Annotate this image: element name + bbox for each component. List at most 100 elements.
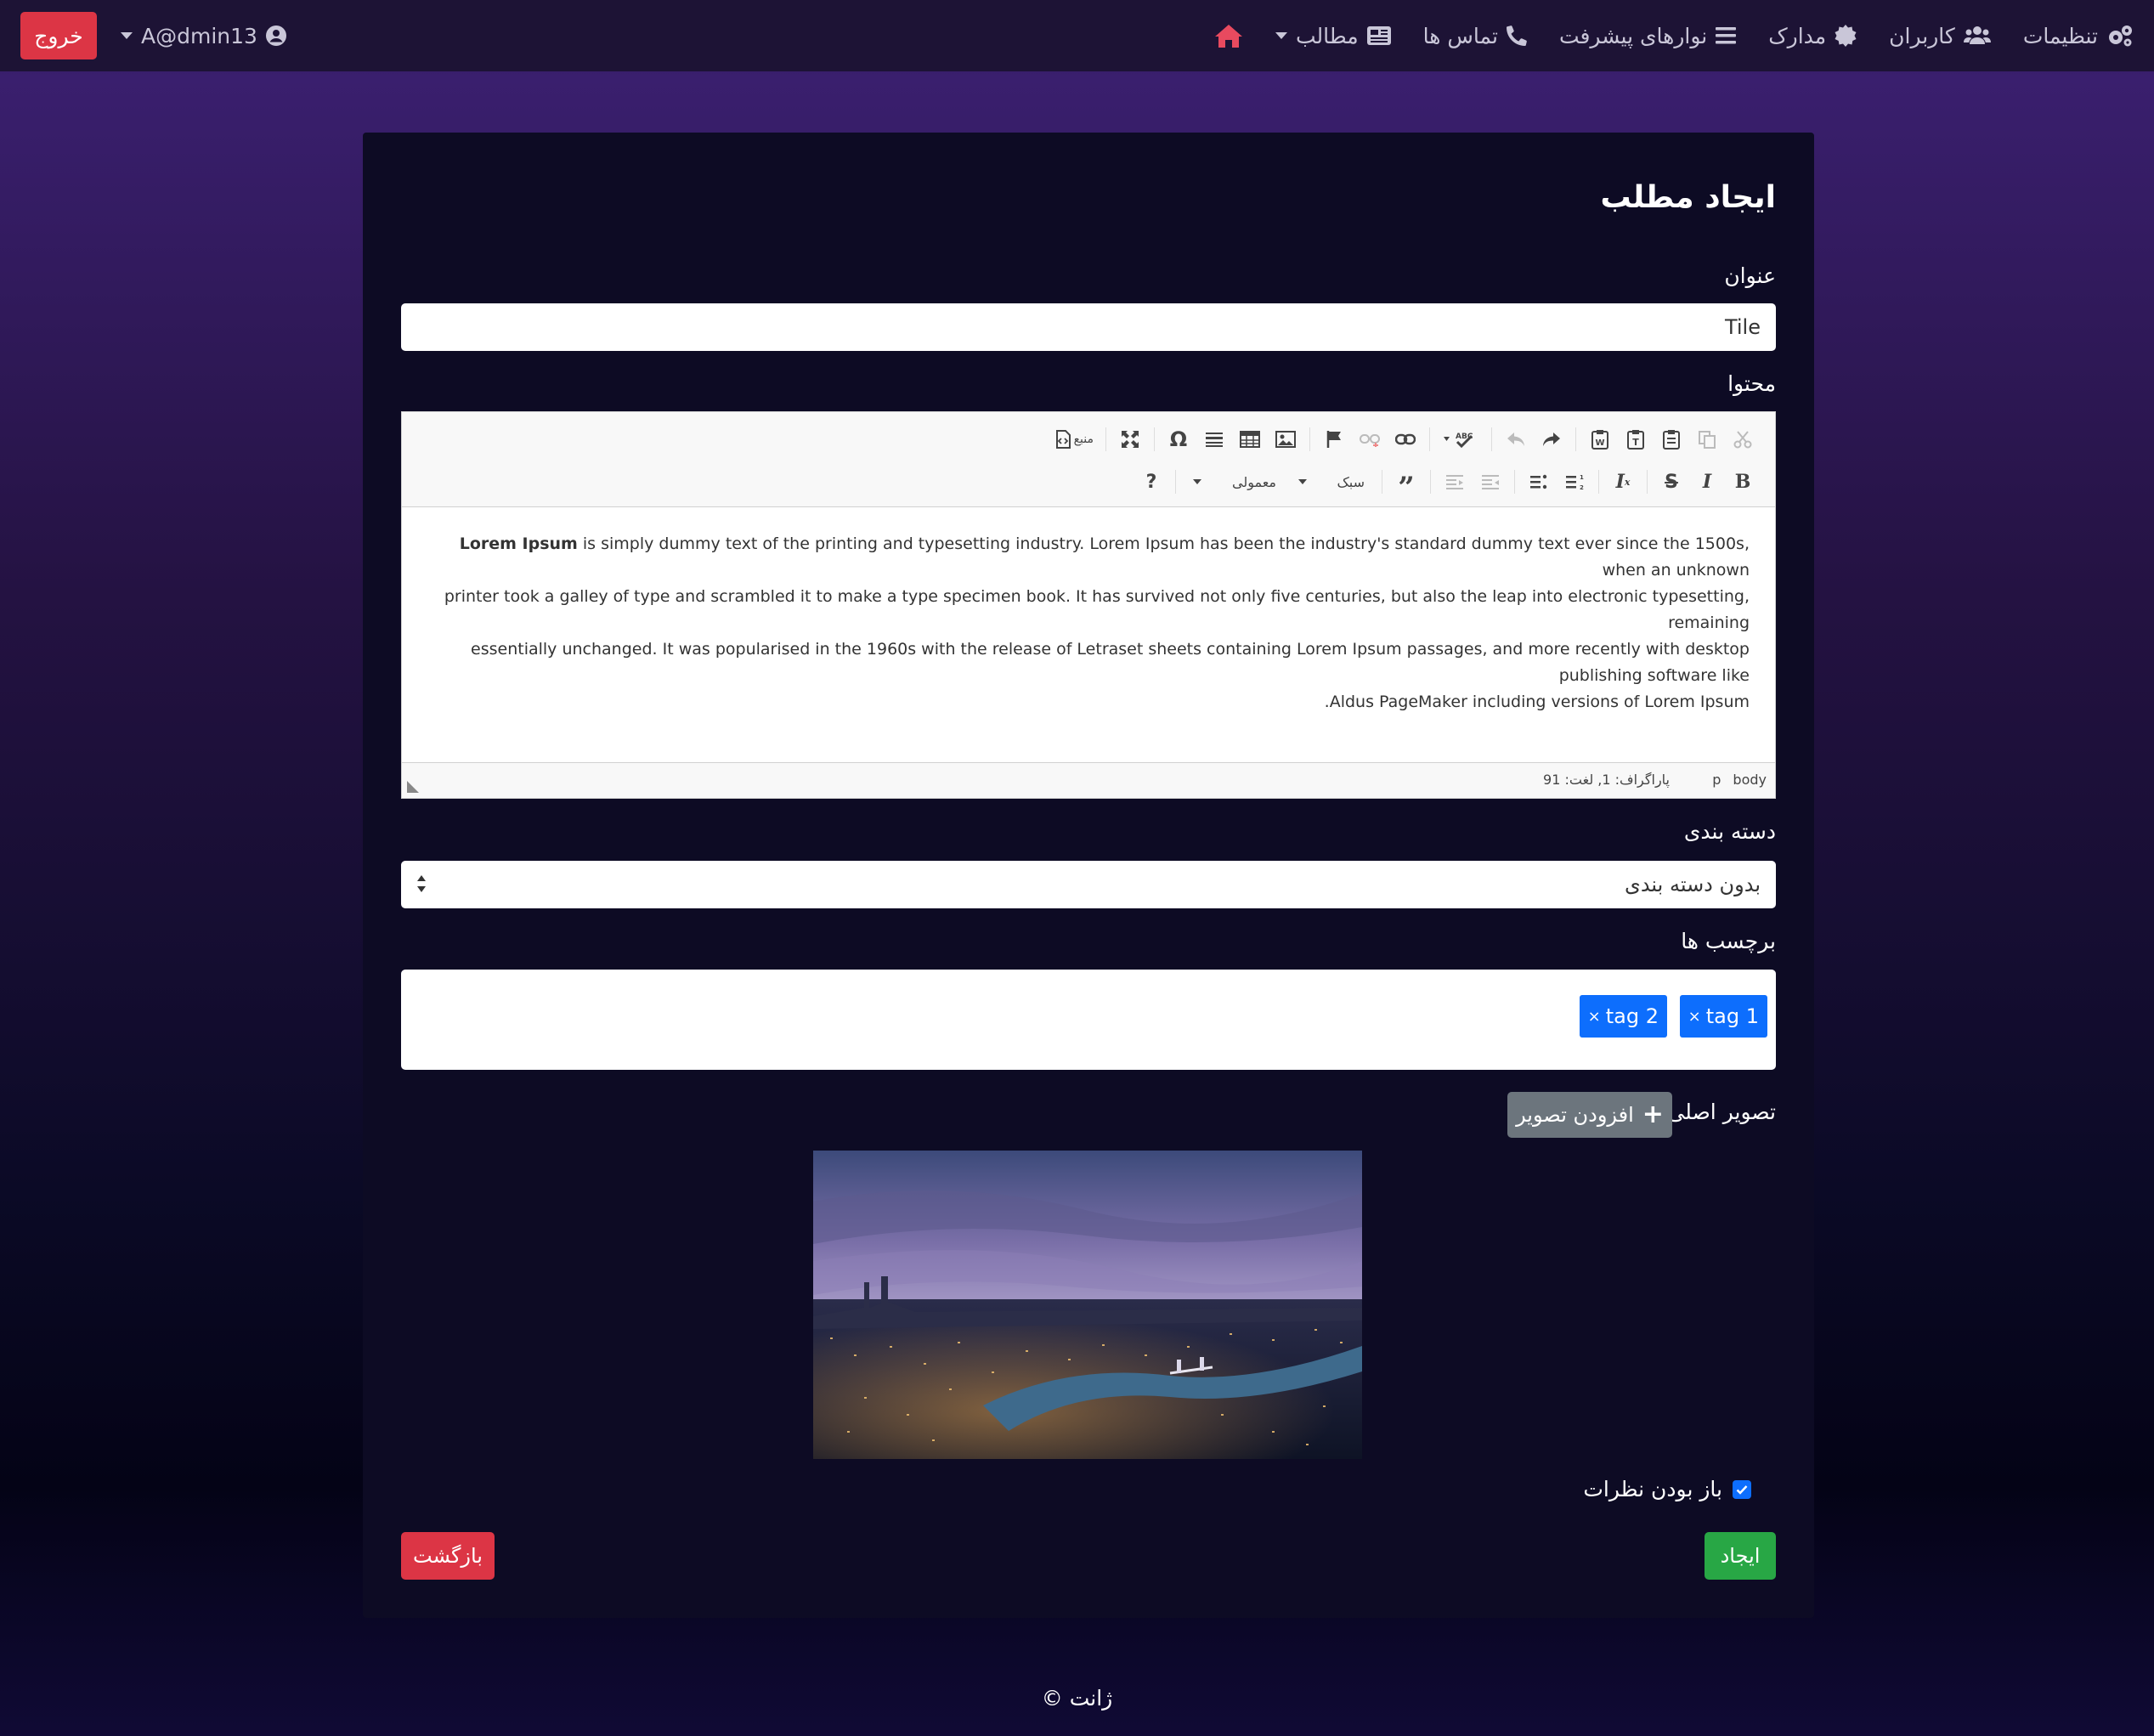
cut-icon[interactable] xyxy=(1731,427,1755,451)
content-line-2: printer took a galley of type and scramb… xyxy=(444,587,1750,632)
content-line-1: Lorem Ipsum is simply dummy text of the … xyxy=(431,531,1750,584)
copy-icon[interactable] xyxy=(1695,427,1719,451)
content-line-4: .Aldus PageMaker including versions of L… xyxy=(1324,693,1750,711)
spellcheck-icon[interactable]: ABC xyxy=(1442,427,1479,451)
word-count: پاراگراف: 1, لغت: 91 xyxy=(1543,772,1670,788)
undo-icon[interactable] xyxy=(1504,427,1528,451)
format-dropdown[interactable]: معمولی xyxy=(1188,469,1281,495)
title-input[interactable]: Tile xyxy=(401,303,1776,351)
link-icon[interactable] xyxy=(1394,427,1417,451)
user-menu[interactable]: A@dmin13 xyxy=(121,24,286,48)
image-icon[interactable] xyxy=(1274,427,1297,451)
remove-tag-icon[interactable]: × xyxy=(1688,1008,1701,1026)
bars-icon xyxy=(1716,27,1737,44)
nav-progress-bars[interactable]: نوارهای پیشرفت xyxy=(1559,24,1737,48)
toolbar-separator xyxy=(1309,427,1310,451)
svg-text:W: W xyxy=(1595,438,1604,448)
nav-documents-label: مدارک xyxy=(1768,23,1827,48)
svg-text:T: T xyxy=(1632,437,1639,448)
create-post-card: ایجاد مطلب عنوان Tile محتوا T W ABC Ω من… xyxy=(363,133,1814,1618)
format-label: معمولی xyxy=(1231,473,1276,490)
paste-word-icon[interactable]: W xyxy=(1588,427,1612,451)
nav-settings-label: تنظیمات xyxy=(2022,23,2098,48)
logout-button[interactable]: خروج xyxy=(20,12,97,59)
create-button[interactable]: ایجاد xyxy=(1705,1532,1776,1580)
unlink-icon[interactable] xyxy=(1358,427,1382,451)
paste-icon[interactable] xyxy=(1659,427,1683,451)
username: A@dmin13 xyxy=(141,23,257,48)
comments-label: باز بودن نظرات xyxy=(1583,1477,1722,1501)
remove-format-icon[interactable]: Ix xyxy=(1611,470,1635,494)
horizontal-rule-icon[interactable] xyxy=(1202,427,1226,451)
tags-input[interactable]: 1 tag × 2 tag × xyxy=(401,970,1776,1070)
content-line-1-text: is simply dummy text of the printing and… xyxy=(577,534,1750,580)
editor-content[interactable]: Lorem Ipsum is simply dummy text of the … xyxy=(431,531,1750,715)
remove-tag-icon[interactable]: × xyxy=(1588,1008,1601,1026)
tag-chip-label: 1 tag xyxy=(1705,1004,1759,1028)
outdent-icon[interactable] xyxy=(1478,470,1502,494)
main-menu: مطالب تماس ها نوارهای پیشرفت مدارک کاربر… xyxy=(1214,0,2134,71)
toolbar-separator xyxy=(1430,470,1431,494)
comments-checkbox[interactable] xyxy=(1733,1479,1751,1499)
tags-label: برچسب ها xyxy=(1681,929,1776,953)
toolbar-separator xyxy=(1175,470,1176,494)
path-body[interactable]: body xyxy=(1733,772,1767,788)
page-title: ایجاد مطلب xyxy=(1600,180,1777,215)
toolbar-row-1: T W ABC Ω منبع xyxy=(1055,424,1755,455)
styles-label: سبک xyxy=(1337,473,1365,490)
blockquote-icon[interactable]: ” xyxy=(1394,470,1418,505)
content-line-3: essentially unchanged. It was popularise… xyxy=(471,640,1750,685)
toolbar-separator xyxy=(1514,470,1515,494)
category-select-value: بدون دسته بندی xyxy=(1625,873,1761,896)
paste-text-icon[interactable]: T xyxy=(1624,427,1648,451)
add-image-button[interactable]: + افزودن تصویر xyxy=(1507,1092,1672,1138)
help-icon[interactable]: ? xyxy=(1139,470,1163,494)
nav-contacts[interactable]: تماس ها xyxy=(1423,24,1527,48)
content-bold: Lorem Ipsum xyxy=(459,534,578,553)
nav-posts-label: مطالب xyxy=(1295,23,1359,48)
toolbar-separator xyxy=(1575,427,1576,451)
source-label: منبع xyxy=(1073,433,1094,446)
styles-dropdown[interactable]: سبک xyxy=(1293,469,1370,495)
tag-chip: 1 tag × xyxy=(1679,995,1767,1038)
svg-text:1: 1 xyxy=(1580,474,1584,481)
table-icon[interactable] xyxy=(1238,427,1262,451)
indent-icon[interactable] xyxy=(1443,470,1467,494)
italic-icon[interactable]: I xyxy=(1695,470,1719,494)
redo-icon[interactable] xyxy=(1540,427,1563,451)
svg-text:2: 2 xyxy=(1580,484,1584,490)
source-button[interactable]: منبع xyxy=(1055,427,1094,451)
chevron-down-icon xyxy=(1275,32,1287,39)
chevron-down-icon xyxy=(1193,479,1201,484)
main-image-label: تصویر اصلی xyxy=(1667,1100,1776,1124)
numbered-list-icon[interactable]: 12 xyxy=(1563,470,1586,494)
toolbar-separator xyxy=(1429,427,1430,451)
phone-icon xyxy=(1506,25,1527,46)
footer-copyright: ژانت © xyxy=(1041,1686,1113,1711)
home-icon[interactable] xyxy=(1214,23,1243,48)
checkmark-icon xyxy=(1736,1484,1748,1495)
resize-handle[interactable] xyxy=(407,781,419,793)
nav-users[interactable]: کاربران xyxy=(1889,24,1991,48)
newspaper-icon xyxy=(1366,26,1391,45)
top-navbar: مطالب تماس ها نوارهای پیشرفت مدارک کاربر… xyxy=(0,0,2154,71)
comments-toggle[interactable]: باز بودن نظرات xyxy=(1583,1477,1751,1501)
back-button[interactable]: بازگشت xyxy=(401,1532,495,1580)
anchor-flag-icon[interactable] xyxy=(1322,427,1346,451)
path-p[interactable]: p xyxy=(1712,772,1721,788)
source-icon xyxy=(1055,430,1071,449)
nav-settings[interactable]: تنظیمات xyxy=(2023,24,2134,48)
nav-posts[interactable]: مطالب xyxy=(1275,24,1391,48)
strikethrough-icon[interactable]: S xyxy=(1659,470,1683,494)
tag-chip-label: 2 tag xyxy=(1605,1004,1659,1028)
bold-icon[interactable]: B xyxy=(1731,470,1755,494)
toolbar-separator xyxy=(1647,470,1648,494)
category-select[interactable]: بدون دسته بندی xyxy=(401,861,1776,908)
special-char-icon[interactable]: Ω xyxy=(1167,427,1190,451)
nav-documents[interactable]: مدارک xyxy=(1768,24,1857,48)
maximize-icon[interactable] xyxy=(1118,427,1142,451)
bulleted-list-icon[interactable] xyxy=(1527,470,1551,494)
user-area: خروج A@dmin13 xyxy=(20,12,286,59)
gears-icon xyxy=(2109,25,2132,47)
toolbar-separator xyxy=(1105,427,1106,451)
